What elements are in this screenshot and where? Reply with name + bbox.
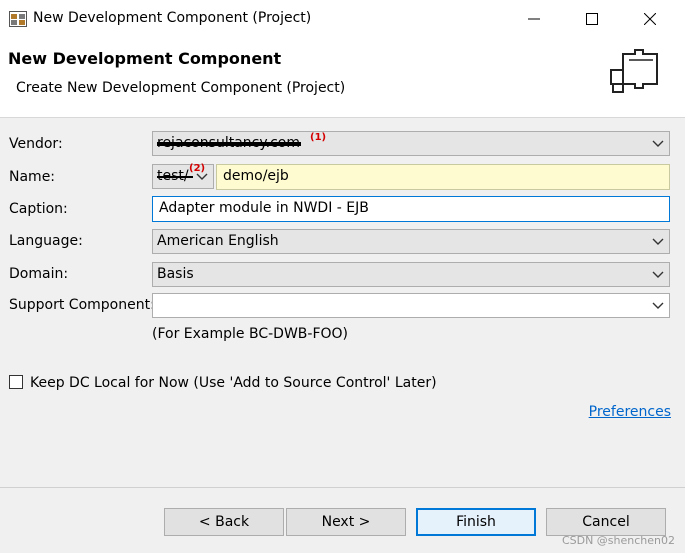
name-prefix-strike <box>157 176 193 178</box>
support-component-hint: (For Example BC-DWB-FOO) <box>152 326 348 342</box>
domain-combo[interactable]: Basis <box>152 262 670 287</box>
preferences-link[interactable]: Preferences <box>589 404 671 420</box>
domain-value: Basis <box>157 266 194 282</box>
language-label: Language: <box>9 233 83 249</box>
name-label: Name: <box>9 169 56 185</box>
title-bar: New Development Component (Project) <box>0 0 685 38</box>
minimize-button[interactable] <box>505 0 563 38</box>
minimize-icon <box>528 18 540 20</box>
close-button[interactable] <box>621 0 679 38</box>
finish-button[interactable]: Finish <box>416 508 536 536</box>
vendor-label: Vendor: <box>9 136 63 152</box>
caption-label: Caption: <box>9 201 68 217</box>
button-bar-divider <box>0 487 685 488</box>
app-icon <box>9 11 27 27</box>
wizard-subtitle: Create New Development Component (Projec… <box>16 80 346 96</box>
support-component-label: Support Component: <box>9 297 155 313</box>
close-icon <box>644 13 656 25</box>
support-component-combo[interactable] <box>152 293 670 318</box>
watermark: CSDN @shenchen02 <box>561 534 675 547</box>
next-button[interactable]: Next > <box>286 508 406 536</box>
back-button[interactable]: < Back <box>164 508 284 536</box>
maximize-button[interactable] <box>563 0 621 38</box>
window-title: New Development Component (Project) <box>33 10 312 26</box>
keep-local-label[interactable]: Keep DC Local for Now (Use 'Add to Sourc… <box>30 375 437 391</box>
caption-value: Adapter module in NWDI - EJB <box>159 200 369 216</box>
chevron-down-icon <box>652 238 664 245</box>
name-field[interactable]: demo/ejb <box>216 164 670 190</box>
vendor-combo[interactable]: rejaconsultancy.com (1) <box>152 131 670 156</box>
chevron-down-icon <box>652 302 664 309</box>
components-puzzle-icon <box>610 49 658 93</box>
name-value: demo/ejb <box>223 168 289 184</box>
vendor-redaction <box>157 142 301 146</box>
language-value: American English <box>157 233 279 249</box>
chevron-down-icon <box>652 271 664 278</box>
language-combo[interactable]: American English <box>152 229 670 254</box>
annotation-mark-1: (1) <box>310 132 327 143</box>
caption-field[interactable]: Adapter module in NWDI - EJB <box>152 196 670 222</box>
wizard-title: New Development Component <box>8 49 282 68</box>
chevron-down-icon <box>196 173 208 180</box>
cancel-button[interactable]: Cancel <box>546 508 666 536</box>
wizard-header: New Development Component Create New Dev… <box>0 38 685 118</box>
name-prefix-combo[interactable]: test/ (2) <box>152 163 214 189</box>
maximize-icon <box>586 13 598 25</box>
domain-label: Domain: <box>9 266 69 282</box>
chevron-down-icon <box>652 140 664 147</box>
keep-local-checkbox[interactable] <box>9 375 23 389</box>
